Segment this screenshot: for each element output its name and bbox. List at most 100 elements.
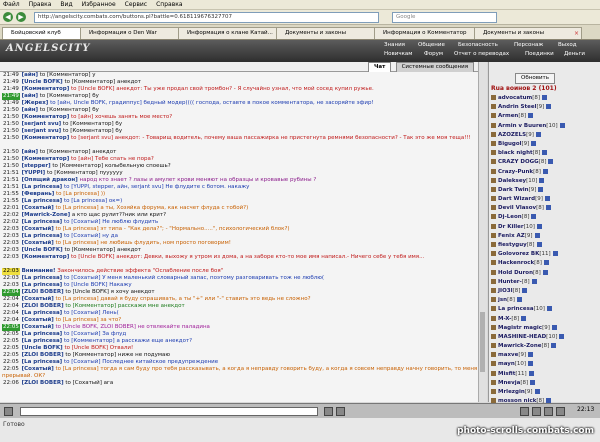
refresh-button[interactable]: Обновить xyxy=(515,73,555,84)
chat-author[interactable]: [Жерех] xyxy=(22,100,49,106)
user-name[interactable]: advocatum xyxy=(498,95,532,101)
chat-author[interactable]: [Сохатый] xyxy=(22,324,54,330)
info-icon[interactable] xyxy=(539,177,545,183)
user-name[interactable]: Hold Duron xyxy=(498,270,533,276)
info-icon[interactable] xyxy=(546,104,552,110)
chat-time[interactable]: 21:50 xyxy=(2,121,20,128)
chat-author[interactable]: [Комментатор] xyxy=(22,114,70,120)
nav-security[interactable]: Безопасность xyxy=(458,42,498,48)
info-icon[interactable] xyxy=(528,352,534,358)
chat-time[interactable]: 22:03 xyxy=(2,268,20,275)
chat-time[interactable]: 22:05 xyxy=(2,338,20,345)
chat-time[interactable]: 21:49 xyxy=(2,93,20,100)
chat-time[interactable]: 22:03 xyxy=(2,275,20,282)
translit-icon[interactable] xyxy=(556,407,565,416)
chat-author[interactable]: [Сохатый] xyxy=(22,205,54,211)
user-name[interactable]: La princesa xyxy=(498,306,534,312)
info-icon[interactable] xyxy=(536,223,542,229)
chat-author[interactable]: [stepper] xyxy=(22,163,51,169)
chat-author[interactable]: [Опящий дракон] xyxy=(22,177,78,183)
user-name[interactable]: Armin v Buuren xyxy=(498,123,546,129)
user-name[interactable]: Dark Twin xyxy=(498,187,529,193)
info-icon[interactable] xyxy=(559,122,565,128)
chat-time[interactable]: 21:49 xyxy=(2,86,20,93)
menu-item[interactable]: Вид xyxy=(60,0,72,9)
chat-author[interactable]: [Mawrick-Zone] xyxy=(22,212,71,218)
user-name[interactable]: CRAZY DOGG xyxy=(498,159,539,165)
chat-author[interactable]: [La princesa] xyxy=(22,359,63,365)
chat-time[interactable]: 22:02 xyxy=(2,212,20,219)
chat-author[interactable]: [Сохатый] xyxy=(22,296,54,302)
browser-tab[interactable]: Документы и законы× xyxy=(276,27,382,39)
chat-author[interactable]: [ZLOI BOBER] xyxy=(22,289,64,295)
chat-author[interactable]: [Uncle BOFK] xyxy=(22,345,63,351)
chat-author[interactable]: [Сохатый] xyxy=(22,226,54,232)
chat-scrollbar[interactable] xyxy=(478,62,487,402)
chat-author[interactable]: [La princesa] xyxy=(22,338,63,344)
user-name[interactable]: JIO3I xyxy=(498,288,513,294)
chat-time[interactable]: 21:50 xyxy=(2,128,20,135)
chat-time[interactable]: 22:03 xyxy=(2,226,20,233)
chat-author[interactable]: [Комментатор] xyxy=(22,135,70,141)
info-icon[interactable] xyxy=(535,131,541,137)
nav-fights[interactable]: Поединки xyxy=(525,51,554,57)
user-name[interactable]: Magistr magic xyxy=(498,325,542,331)
info-icon[interactable] xyxy=(528,113,534,119)
user-name[interactable]: Daleksey xyxy=(498,178,526,184)
chat-author[interactable]: [La princesa] xyxy=(22,184,63,190)
chat-time[interactable]: 22:05 xyxy=(2,324,20,331)
browser-tab[interactable]: Информация о Den War× xyxy=(80,27,186,39)
chat-author[interactable]: [La princesa] xyxy=(22,275,63,281)
info-icon[interactable] xyxy=(546,306,552,312)
chat-author[interactable]: [La princesa] xyxy=(22,219,63,225)
settings-icon[interactable] xyxy=(532,407,541,416)
chat-time[interactable]: 22:03 xyxy=(2,247,20,254)
user-name[interactable]: Dj-Leon xyxy=(498,214,522,220)
chat-author[interactable]: [La princesa] xyxy=(22,233,63,239)
nav-money[interactable]: Деньги xyxy=(564,51,585,57)
user-name[interactable]: Dart Wizard xyxy=(498,196,535,202)
user-name[interactable]: Golovorez BK xyxy=(498,251,539,257)
info-icon[interactable] xyxy=(559,333,565,339)
chat-scroll-thumb[interactable] xyxy=(480,312,485,372)
chat-author[interactable]: [Комментатор] xyxy=(22,156,70,162)
user-name[interactable]: Andrin Steel xyxy=(498,104,536,110)
chat-time[interactable]: 22:01 xyxy=(2,205,20,212)
chat-time[interactable]: 21:50 xyxy=(2,149,20,156)
nav-newbies[interactable]: Новичкам xyxy=(384,51,412,57)
nav-transfer-report[interactable]: Отчет о переводах xyxy=(454,51,509,57)
info-icon[interactable] xyxy=(543,260,549,266)
chat-time[interactable]: 22:03 xyxy=(2,254,20,261)
chat-time[interactable]: 22:05 xyxy=(2,345,20,352)
browser-tab[interactable]: Бойцовский клуб× xyxy=(2,27,88,39)
chat-time[interactable]: 21:49 xyxy=(2,100,20,107)
menu-item[interactable]: Избранное xyxy=(82,0,116,9)
user-name[interactable]: AZOZELS xyxy=(498,132,526,138)
chat-time[interactable]: 21:51 xyxy=(2,170,20,177)
menu-item[interactable]: Файл xyxy=(3,0,20,9)
chat-time[interactable]: 21:55 xyxy=(2,198,20,205)
chat-time[interactable]: 21:50 xyxy=(2,156,20,163)
chat-time[interactable]: 22:03 xyxy=(2,233,20,240)
chat-time[interactable]: 22:05 xyxy=(2,366,20,373)
info-icon[interactable] xyxy=(544,196,550,202)
chat-author[interactable]: [Феврань] xyxy=(22,191,55,197)
user-name[interactable]: black night xyxy=(498,150,533,156)
info-icon[interactable] xyxy=(528,370,534,376)
chat-time[interactable]: 22:04 xyxy=(2,296,20,303)
user-name[interactable]: Misfit xyxy=(498,371,515,377)
user-name[interactable]: maxve xyxy=(498,352,518,358)
chat-author[interactable]: [ZLOI BOBER] xyxy=(22,303,64,309)
user-name[interactable]: M-X- xyxy=(498,316,511,322)
user-name[interactable]: Mrlezgin xyxy=(498,389,525,395)
nav-exit[interactable]: Выход xyxy=(558,42,577,48)
info-icon[interactable] xyxy=(528,361,534,367)
chat-time[interactable]: 22:04 xyxy=(2,317,20,324)
chat-author[interactable]: [айн] xyxy=(22,72,38,78)
chat-author[interactable]: [YUPPI] xyxy=(22,170,46,176)
chat-author[interactable]: [Uncle BOFK] xyxy=(22,79,63,85)
chat-time[interactable]: 22:06 xyxy=(2,380,20,387)
chat-time[interactable]: 22:04 xyxy=(2,303,20,310)
user-name[interactable]: Mnevja xyxy=(498,380,520,386)
smile-panel-icon[interactable] xyxy=(544,407,553,416)
